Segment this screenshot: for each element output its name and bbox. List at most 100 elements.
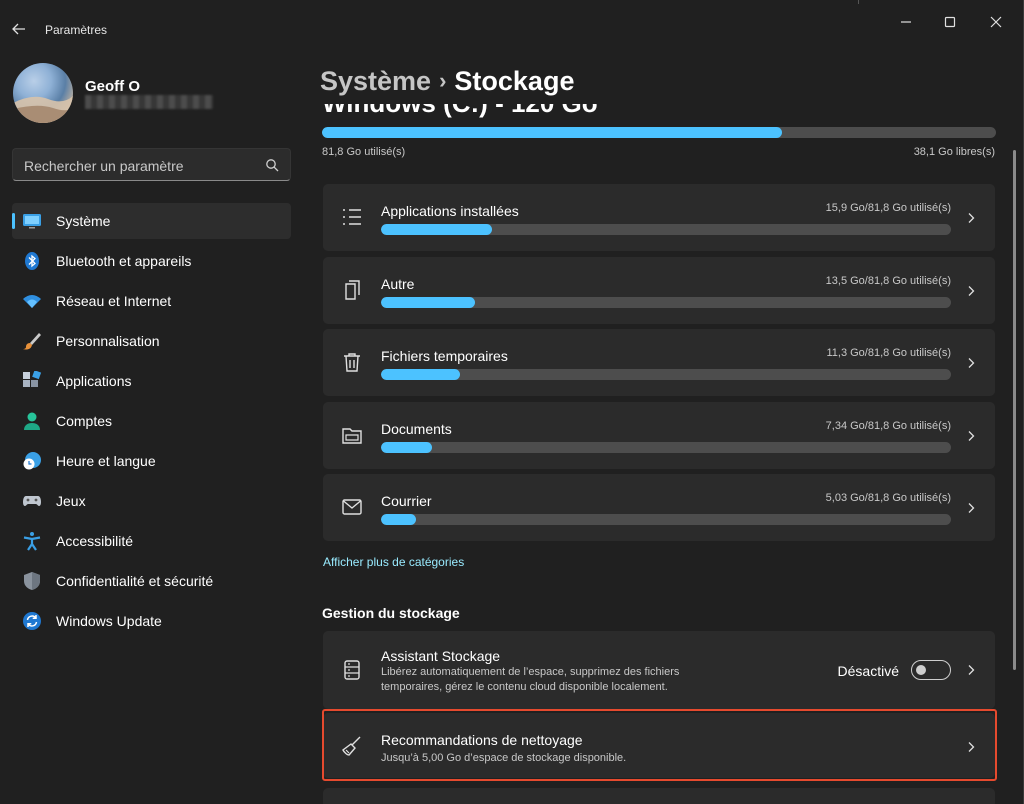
maximize-button[interactable] [938,10,962,34]
document-copy-icon [345,280,360,300]
category-bar [381,442,951,453]
toggle-state-label: Désactivé [837,663,899,679]
toggle-knob [916,665,926,675]
wifi-icon [23,295,41,308]
sidebar-item-label: Comptes [56,413,113,429]
storage-sense-description-line1: Libérez automatiquement de l’espace, sup… [381,666,680,678]
drive-heading-text: Windows (C:) - 120 Go [322,104,598,118]
close-icon [990,16,1002,28]
category-name: Courrier [381,493,432,509]
category-bar [381,297,951,308]
sidebar-item-heure-langue[interactable]: Heure et langue [12,443,291,479]
drive-usage-bar [322,127,996,138]
gamepad-icon [23,496,41,506]
list-icon [343,209,361,225]
back-button[interactable] [8,18,30,40]
drive-free-label: 38,1 Go libres(s) [913,146,995,158]
sidebar-item-label: Windows Update [56,613,162,629]
category-usage: 7,34 Go/81,8 Go utilisé(s) [825,420,951,432]
avatar-landscape-icon [13,96,73,123]
close-button[interactable] [984,10,1008,34]
sidebar-item-label: Heure et langue [56,453,156,469]
maximize-icon [944,16,956,28]
chevron-right-icon [968,286,975,296]
chevron-right-icon [968,742,975,752]
category-bar [381,369,951,380]
app-title: Paramètres [45,23,108,37]
sidebar-item-systeme[interactable]: Système [12,203,291,239]
cleanup-recommendations-card[interactable]: Recommandations de nettoyage Jusqu’à 5,0… [323,713,995,778]
divider [858,0,859,4]
bluetooth-icon [25,252,39,270]
chevron-right-icon [968,431,975,441]
show-more-categories-link[interactable]: Afficher plus de catégories [323,555,464,569]
back-arrow-icon [12,23,25,35]
category-usage: 15,9 Go/81,8 Go utilisé(s) [825,202,951,214]
category-usage: 5,03 Go/81,8 Go utilisé(s) [825,492,951,504]
category-usage: 11,3 Go/81,8 Go utilisé(s) [826,347,951,359]
drive-usage-fill [322,127,782,138]
chevron-right-icon [968,358,975,368]
category-card-fichiers-temporaires[interactable]: Fichiers temporaires 11,3 Go/81,8 Go uti… [323,329,995,396]
clock-globe-icon [23,452,41,470]
category-bar-fill [381,297,476,308]
paintbrush-icon [23,333,41,350]
category-name: Applications installées [381,203,519,219]
apps-icon [23,371,42,387]
category-name: Documents [381,421,452,437]
sidebar-item-bluetooth[interactable]: Bluetooth et appareils [12,243,291,279]
minimize-icon [901,21,911,23]
page-title: Stockage [454,66,575,96]
category-bar-fill [381,514,416,525]
search-input[interactable]: Rechercher un paramètre [12,148,291,181]
sidebar-item-accessibilite[interactable]: Accessibilité [12,523,291,559]
minimize-button[interactable] [894,10,918,34]
storage-sense-toggle[interactable] [911,660,951,680]
storage-drive-icon [344,660,360,680]
chevron-right-icon [968,503,975,513]
drive-used-label: 81,8 Go utilisé(s) [322,146,406,158]
title-bar: Paramètres [0,0,1024,44]
sidebar-item-comptes[interactable]: Comptes [12,403,291,439]
section-heading: Gestion du stockage [322,605,460,621]
person-icon [24,412,40,430]
storage-sense-description-line2: temporaires, gérez le contenu cloud disp… [381,681,668,693]
sidebar-item-label: Applications [56,373,132,389]
active-indicator [12,213,15,229]
category-card-autre[interactable]: Autre 13,5 Go/81,8 Go utilisé(s) [323,257,995,324]
update-icon [23,612,41,630]
shield-icon [24,572,40,590]
accessibility-icon [23,532,41,551]
monitor-icon [23,214,41,229]
sidebar-item-reseau[interactable]: Réseau et Internet [12,283,291,319]
category-bar-fill [381,442,433,453]
sidebar-item-windows-update[interactable]: Windows Update [12,603,291,639]
breadcrumb: Système › Stockage [320,66,574,97]
category-bar [381,224,951,235]
sidebar-item-label: Confidentialité et sécurité [56,573,214,589]
cleanup-title: Recommandations de nettoyage [381,732,583,748]
category-bar-fill [381,369,460,380]
avatar[interactable] [13,63,73,123]
settings-window: Paramètres Geoff O Rechercher un paramèt… [0,0,1024,804]
drive-heading: Windows (C:) - 120 Go [322,104,996,118]
sidebar-item-label: Jeux [56,493,86,509]
breadcrumb-parent[interactable]: Système [320,66,431,96]
category-card-documents[interactable]: Documents 7,34 Go/81,8 Go utilisé(s) [323,402,995,469]
storage-sense-card[interactable]: Assistant Stockage Libérez automatiqueme… [323,631,995,709]
category-card-courrier[interactable]: Courrier 5,03 Go/81,8 Go utilisé(s) [323,474,995,541]
sidebar-item-jeux[interactable]: Jeux [12,483,291,519]
folder-icon [342,428,362,444]
sidebar-item-label: Réseau et Internet [56,293,172,309]
sidebar-item-applications[interactable]: Applications [12,363,291,399]
chevron-right-icon [968,665,975,675]
search-icon [266,159,279,172]
category-name: Autre [381,276,415,292]
cleanup-description: Jusqu’à 5,00 Go d’espace de stockage dis… [381,752,627,764]
sidebar-item-personnalisation[interactable]: Personnalisation [12,323,291,359]
next-card-partial[interactable] [323,788,995,804]
sidebar-item-label: Bluetooth et appareils [56,253,192,269]
category-card-applications[interactable]: Applications installées 15,9 Go/81,8 Go … [323,184,995,251]
sidebar-item-confidentialite[interactable]: Confidentialité et sécurité [12,563,291,599]
scrollbar[interactable] [1013,150,1016,670]
